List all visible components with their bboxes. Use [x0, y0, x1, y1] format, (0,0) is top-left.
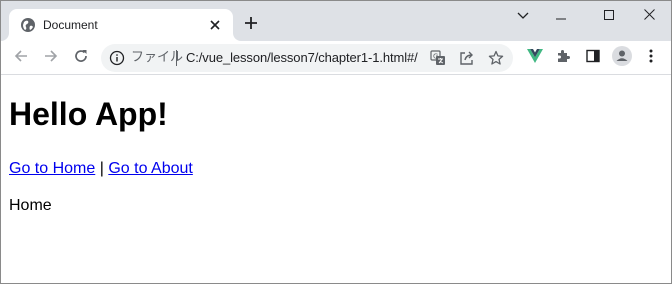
kebab-menu-icon — [649, 49, 653, 68]
maximize-button[interactable] — [587, 1, 631, 31]
close-icon — [643, 7, 655, 25]
browser-window: Document ファイル C:/vue_lesson/lesson7/chap… — [0, 0, 672, 284]
back-button[interactable] — [9, 46, 33, 70]
vue-devtools-button[interactable] — [523, 46, 547, 70]
tab-strip: Document — [1, 1, 671, 41]
home-link[interactable]: Go to Home — [9, 160, 95, 177]
router-nav: Go to Home | Go to About — [9, 159, 669, 178]
page-content: Hello App! Go to Home | Go to About Home — [9, 75, 669, 215]
forward-button[interactable] — [39, 46, 63, 70]
about-link[interactable]: Go to About — [108, 160, 193, 177]
side-panel-button[interactable] — [581, 46, 605, 70]
omnibox-divider — [176, 50, 177, 66]
toolbar: ファイル C:/vue_lesson/lesson7/chapter1-1.ht… — [1, 41, 671, 75]
star-icon[interactable] — [486, 48, 506, 68]
nav-separator: | — [99, 160, 104, 177]
close-icon[interactable] — [207, 17, 223, 33]
profile-icon — [612, 45, 632, 71]
info-icon[interactable] — [109, 50, 125, 66]
plus-icon — [244, 16, 258, 35]
tab-document[interactable]: Document — [9, 9, 233, 41]
chevron-down-icon — [517, 7, 529, 25]
menu-button[interactable] — [639, 46, 663, 70]
reload-icon — [73, 48, 89, 69]
address-bar[interactable]: ファイル C:/vue_lesson/lesson7/chapter1-1.ht… — [101, 44, 513, 72]
page-heading: Hello App! — [9, 96, 168, 132]
side-panel-icon — [585, 48, 601, 69]
arrow-right-icon — [43, 48, 59, 69]
window-close-button[interactable] — [627, 1, 671, 31]
puzzle-icon — [555, 48, 571, 69]
extensions-button[interactable] — [551, 46, 575, 70]
reload-button[interactable] — [69, 46, 93, 70]
profile-button[interactable] — [610, 45, 634, 71]
minimize-button[interactable] — [539, 1, 583, 31]
minimize-icon — [556, 7, 566, 25]
vue-icon — [527, 48, 543, 68]
router-view-text: Home — [9, 197, 52, 214]
tab-title: Document — [43, 18, 98, 32]
new-tab-button[interactable] — [239, 13, 263, 37]
maximize-icon — [604, 7, 614, 25]
globe-icon — [20, 17, 36, 33]
url-text[interactable]: C:/vue_lesson/lesson7/chapter1-1.html#/ — [186, 50, 418, 66]
translate-icon[interactable]: G — [428, 48, 448, 68]
arrow-left-icon — [13, 48, 29, 69]
share-icon[interactable] — [457, 48, 477, 68]
